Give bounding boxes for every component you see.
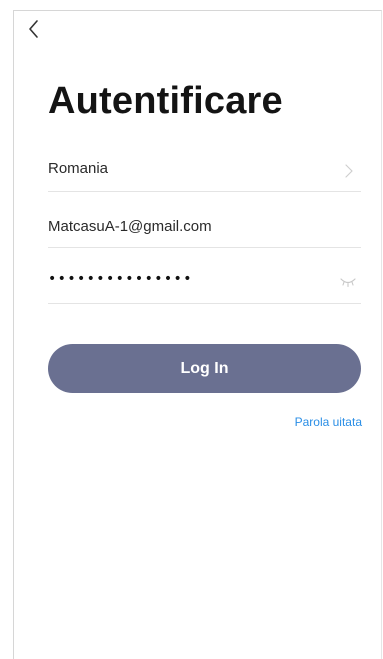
eye-closed-icon[interactable] bbox=[339, 276, 357, 288]
country-selector[interactable]: Romania bbox=[48, 152, 361, 192]
password-field-row[interactable]: ••••••••••••••• bbox=[48, 264, 361, 304]
back-button[interactable] bbox=[26, 18, 44, 40]
password-field[interactable]: ••••••••••••••• bbox=[48, 271, 193, 287]
email-field[interactable] bbox=[48, 214, 328, 238]
chevron-left-icon bbox=[29, 20, 38, 38]
country-value: Romania bbox=[48, 160, 109, 177]
chevron-right-icon bbox=[345, 164, 353, 178]
forgot-password-link[interactable]: Parola uitata bbox=[295, 415, 362, 429]
page-title: Autentificare bbox=[48, 80, 283, 122]
email-field-row bbox=[48, 208, 361, 248]
login-button[interactable]: Log In bbox=[48, 344, 361, 393]
